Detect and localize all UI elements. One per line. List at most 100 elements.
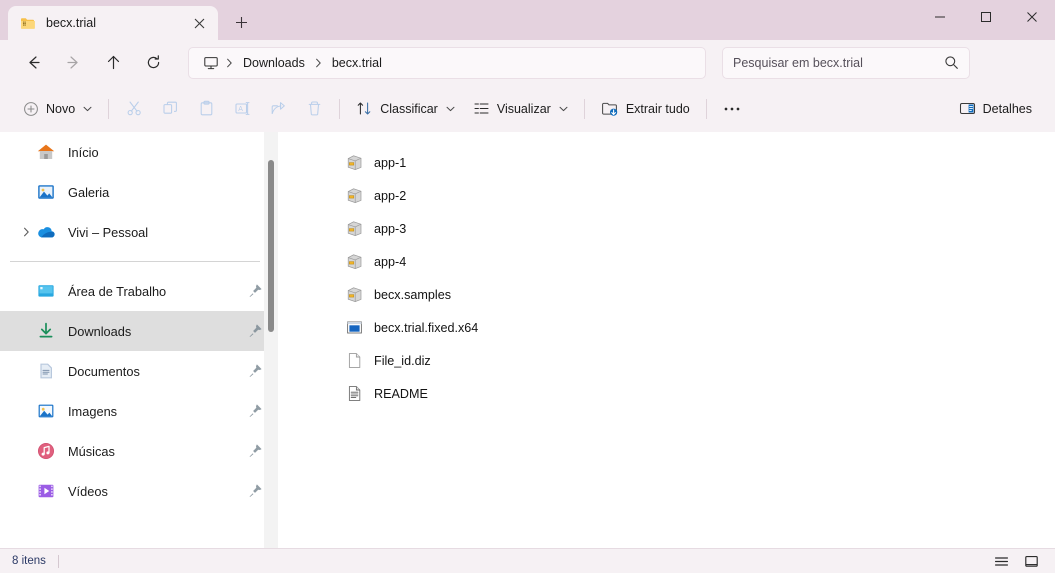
file-name: becx.samples xyxy=(374,287,451,302)
sidebar-label: Galeria xyxy=(68,184,110,200)
new-button[interactable]: Novo xyxy=(14,93,101,125)
tab-close-icon[interactable] xyxy=(186,10,212,36)
search-placeholder: Pesquisar em becx.trial xyxy=(733,55,863,70)
extract-all-label: Extrair tudo xyxy=(625,101,690,116)
sidebar-scrollbar-thumb[interactable] xyxy=(268,160,274,332)
file-list-item[interactable]: app-1 xyxy=(278,146,1055,179)
sidebar-item-musicas[interactable]: Músicas xyxy=(0,431,278,471)
file-name: app-3 xyxy=(374,221,407,236)
breadcrumb-separator xyxy=(312,58,325,68)
details-pane-button[interactable]: Detalhes xyxy=(950,93,1041,125)
file-list-item[interactable]: File_id.diz xyxy=(278,344,1055,377)
zipped-folder-icon xyxy=(20,15,36,31)
sidebar-item-downloads[interactable]: Downloads xyxy=(0,311,278,351)
chevron-down-icon[interactable] xyxy=(83,106,92,112)
sort-button[interactable]: Classificar xyxy=(347,93,464,125)
pictures-icon xyxy=(36,401,56,421)
sidebar-item-inicio[interactable]: Início xyxy=(0,132,278,172)
file-name: File_id.diz xyxy=(374,353,431,368)
back-arrow-icon[interactable] xyxy=(16,46,50,80)
desktop-icon xyxy=(36,281,56,301)
title-bar: becx.trial xyxy=(0,0,1055,40)
tab-becx-trial[interactable]: becx.trial xyxy=(8,6,218,40)
details-pane-label: Detalhes xyxy=(982,101,1032,116)
text-document-icon xyxy=(346,385,363,402)
chevron-right-icon[interactable] xyxy=(16,227,36,237)
file-list[interactable]: app-1 app-2 app-3 app-4 becx.samples bec… xyxy=(278,132,1055,548)
file-list-item[interactable]: README xyxy=(278,377,1055,410)
pin-icon[interactable] xyxy=(248,323,264,339)
share-button xyxy=(260,93,296,125)
main-content: Início Galeria Vivi – Pessoal Área de Tr… xyxy=(0,132,1055,548)
navigation-pane: Início Galeria Vivi – Pessoal Área de Tr… xyxy=(0,132,278,548)
details-view-toggle[interactable] xyxy=(989,551,1013,571)
extract-all-button[interactable]: Extrair tudo xyxy=(592,93,699,125)
file-list-item[interactable]: becx.samples xyxy=(278,278,1055,311)
file-name: app-2 xyxy=(374,188,407,203)
onedrive-icon xyxy=(36,222,56,242)
minimize-icon[interactable] xyxy=(917,0,963,34)
pin-icon[interactable] xyxy=(248,443,264,459)
blank-document-icon xyxy=(346,352,363,369)
maximize-icon[interactable] xyxy=(963,0,1009,34)
file-list-item[interactable]: app-2 xyxy=(278,179,1055,212)
sidebar-label: Imagens xyxy=(68,403,118,419)
new-tab-button[interactable] xyxy=(224,7,258,37)
home-icon xyxy=(36,142,56,162)
file-name: README xyxy=(374,386,428,401)
svg-text:A: A xyxy=(238,106,243,113)
file-list-item[interactable]: app-3 xyxy=(278,212,1055,245)
sidebar-item-videos[interactable]: Vídeos xyxy=(0,471,278,511)
chevron-down-icon[interactable] xyxy=(446,106,455,112)
forward-arrow-icon xyxy=(56,46,90,80)
this-pc-monitor-icon[interactable] xyxy=(199,55,223,71)
breadcrumb-item-becx-trial[interactable]: becx.trial xyxy=(325,53,389,73)
gallery-icon xyxy=(36,182,56,202)
sidebar-item-imagens[interactable]: Imagens xyxy=(0,391,278,431)
pin-icon[interactable] xyxy=(248,483,264,499)
item-count-label: 8 itens xyxy=(12,555,46,567)
cabinet-package-icon xyxy=(346,187,363,204)
sidebar-item-onedrive[interactable]: Vivi – Pessoal xyxy=(0,212,278,252)
videos-icon xyxy=(36,481,56,501)
view-button-label: Visualizar xyxy=(496,101,551,116)
cabinet-package-icon xyxy=(346,253,363,270)
sidebar-item-area-de-trabalho[interactable]: Área de Trabalho xyxy=(0,271,278,311)
more-options-button[interactable] xyxy=(714,93,750,125)
pin-icon[interactable] xyxy=(248,283,264,299)
sidebar-item-galeria[interactable]: Galeria xyxy=(0,172,278,212)
toolbar-divider xyxy=(583,98,585,119)
pin-icon[interactable] xyxy=(248,403,264,419)
address-bar[interactable]: Downloads becx.trial xyxy=(188,46,706,79)
view-button[interactable]: Visualizar xyxy=(464,93,577,125)
sidebar-label: Músicas xyxy=(68,443,115,459)
paste-button xyxy=(188,93,224,125)
sidebar-label: Início xyxy=(68,144,99,160)
file-name: app-4 xyxy=(374,254,407,269)
sidebar-item-documentos[interactable]: Documentos xyxy=(0,351,278,391)
toolbar-divider xyxy=(339,98,341,119)
close-icon[interactable] xyxy=(1009,0,1055,34)
breadcrumb-item-downloads[interactable]: Downloads xyxy=(236,53,312,73)
file-name: becx.trial.fixed.x64 xyxy=(374,320,479,335)
sidebar-label: Vivi – Pessoal xyxy=(68,224,149,240)
sidebar-scrollbar[interactable] xyxy=(264,132,278,548)
chevron-down-icon[interactable] xyxy=(559,106,568,112)
status-divider xyxy=(57,554,59,568)
refresh-icon[interactable] xyxy=(136,46,170,80)
pin-icon[interactable] xyxy=(248,363,264,379)
breadcrumb-separator xyxy=(223,58,236,68)
toolbar-divider xyxy=(705,98,707,119)
executable-icon xyxy=(346,319,363,336)
tab-title: becx.trial xyxy=(46,16,97,30)
new-button-label: Novo xyxy=(46,101,76,116)
documents-icon xyxy=(36,361,56,381)
search-input[interactable]: Pesquisar em becx.trial xyxy=(722,46,970,79)
file-list-item[interactable]: becx.trial.fixed.x64 xyxy=(278,311,1055,344)
file-list-item[interactable]: app-4 xyxy=(278,245,1055,278)
toolbar-divider xyxy=(108,98,110,119)
up-arrow-icon[interactable] xyxy=(96,46,130,80)
status-bar: 8 itens xyxy=(0,548,1055,573)
search-icon[interactable] xyxy=(944,55,959,70)
large-icons-view-toggle[interactable] xyxy=(1019,551,1043,571)
